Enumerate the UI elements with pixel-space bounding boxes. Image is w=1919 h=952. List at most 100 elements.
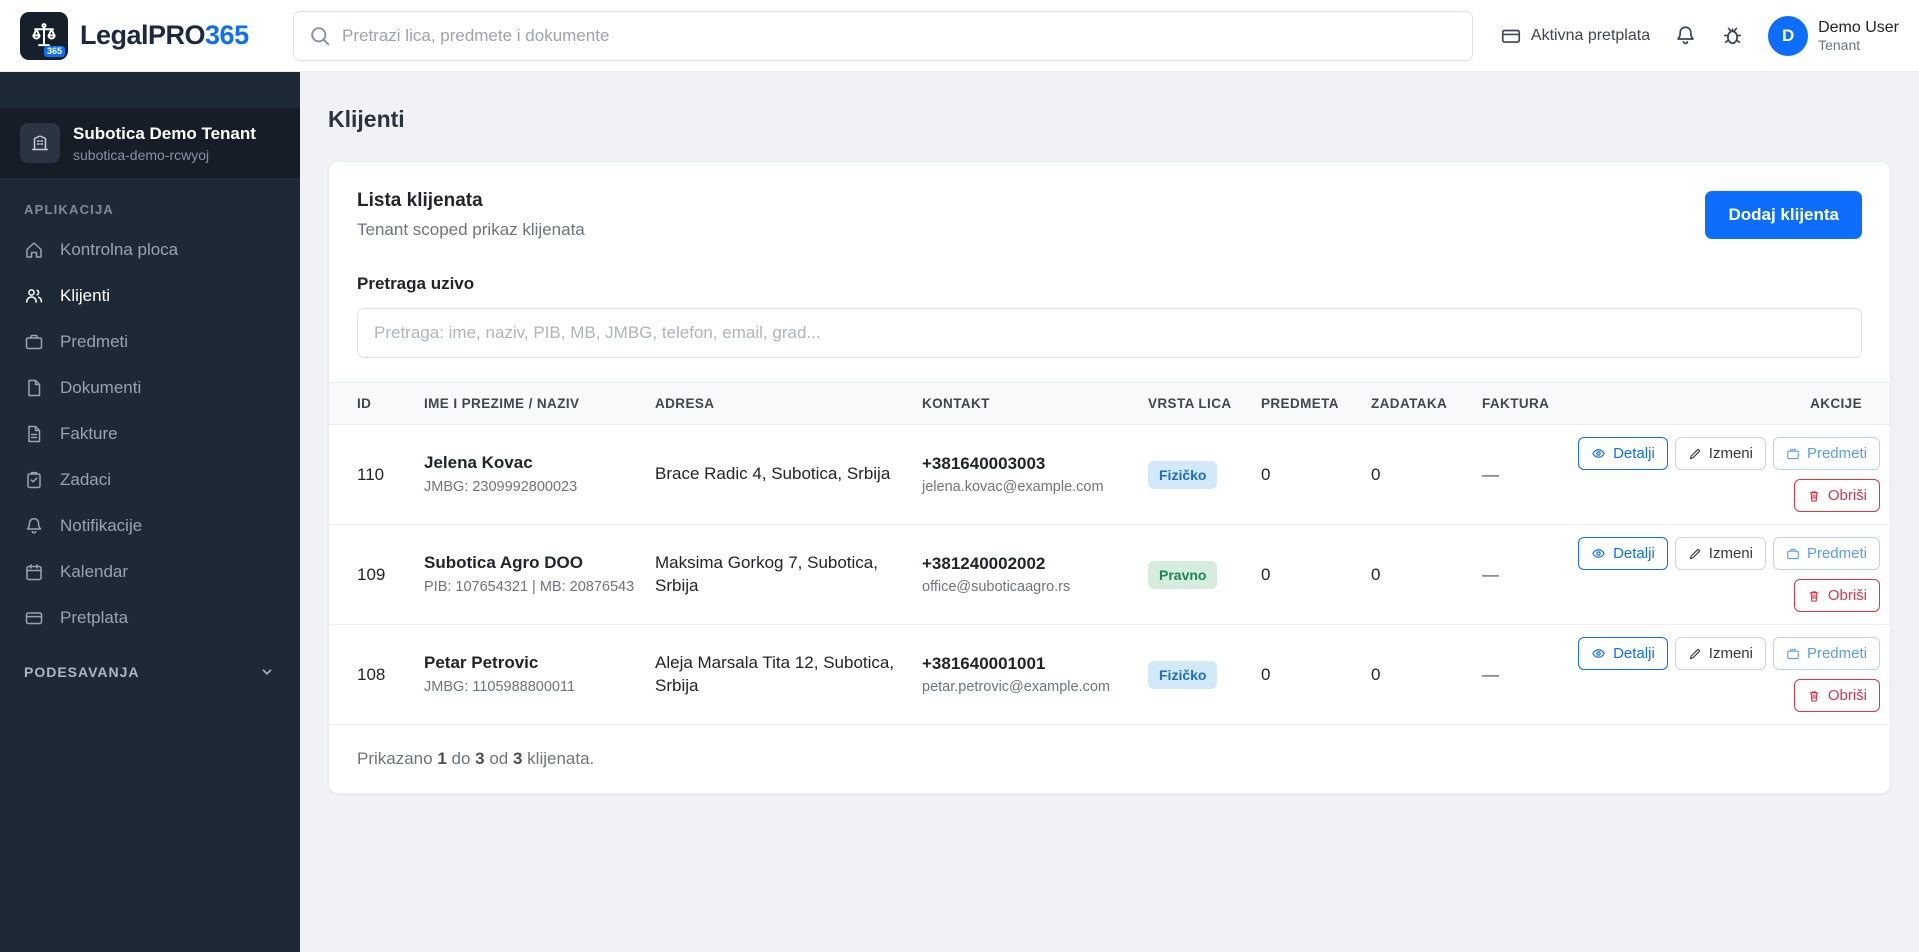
type-badge: Fizičko bbox=[1148, 660, 1218, 689]
table-row: 110 Jelena Kovac JMBG: 2309992800023 Bra… bbox=[329, 424, 1890, 525]
edit-button[interactable]: Izmeni bbox=[1674, 637, 1766, 670]
details-button[interactable]: Detalji bbox=[1578, 537, 1668, 570]
cases-label: Predmeti bbox=[1806, 645, 1867, 662]
global-search-input[interactable] bbox=[293, 10, 1473, 61]
sidebar-item-kontrolna-ploca[interactable]: Kontrolna ploca bbox=[0, 227, 300, 273]
delete-label: Obriši bbox=[1827, 687, 1867, 704]
document-icon bbox=[24, 378, 44, 398]
clients-table: ID IME I PREZIME / NAZIV ADRESA KONTAKT … bbox=[329, 383, 1890, 725]
sidebar-nav: Kontrolna ploca Klijenti Predmeti Dokume… bbox=[0, 227, 300, 641]
list-title: Lista klijenata bbox=[357, 190, 483, 211]
eye-icon bbox=[1591, 546, 1606, 561]
sidebar-item-kalendar[interactable]: Kalendar bbox=[0, 549, 300, 595]
add-client-button[interactable]: Dodaj klijenta bbox=[1705, 191, 1862, 239]
card-header: Lista klijenata Tenant scoped prikaz kli… bbox=[329, 162, 1890, 268]
delete-button[interactable]: Obriši bbox=[1793, 579, 1880, 612]
sidebar-item-pretplata[interactable]: Pretplata bbox=[0, 595, 300, 641]
eye-icon bbox=[1591, 446, 1606, 461]
sidebar-section-aplikacija: APLIKACIJA bbox=[24, 202, 115, 217]
sidebar-item-dokumenti[interactable]: Dokumenti bbox=[0, 365, 300, 411]
details-button[interactable]: Detalji bbox=[1578, 637, 1668, 670]
delete-button[interactable]: Obriši bbox=[1793, 679, 1880, 712]
cases-button[interactable]: Predmeti bbox=[1772, 537, 1880, 570]
sidebar-item-predmeti[interactable]: Predmeti bbox=[0, 319, 300, 365]
card-header-text: Lista klijenata Tenant scoped prikaz kli… bbox=[357, 190, 585, 240]
client-name: Jelena Kovac bbox=[424, 452, 533, 472]
sidebar-item-label: Predmeti bbox=[60, 332, 129, 351]
subscription-status[interactable]: Aktivna pretplata bbox=[1500, 25, 1650, 47]
clients-card: Lista klijenata Tenant scoped prikaz kli… bbox=[328, 161, 1891, 794]
tenant-switcher[interactable]: Subotica Demo Tenant subotica-demo-rcwyo… bbox=[0, 108, 300, 178]
edit-label: Izmeni bbox=[1708, 445, 1753, 462]
pencil-icon bbox=[1688, 547, 1702, 561]
summary-text: do bbox=[446, 749, 476, 768]
cases-count: 0 bbox=[1261, 664, 1271, 684]
client-id: 108 bbox=[357, 664, 386, 684]
tasks-count: 0 bbox=[1371, 564, 1381, 584]
topbar-right: Aktivna pretplata D Demo User Tenant bbox=[1500, 15, 1899, 56]
sidebar-item-zadaci[interactable]: Zadaci bbox=[0, 457, 300, 503]
col-contact: KONTAKT bbox=[912, 383, 1138, 425]
sidebar-item-notifikacije[interactable]: Notifikacije bbox=[0, 503, 300, 549]
cases-count: 0 bbox=[1261, 564, 1271, 584]
invoices-value: — bbox=[1482, 564, 1499, 584]
shell: Subotica Demo Tenant subotica-demo-rcwyo… bbox=[0, 72, 1919, 952]
briefcase-icon bbox=[1786, 647, 1800, 661]
table-row: 109 Subotica Agro DOO PIB: 107654321 | M… bbox=[329, 524, 1890, 625]
sidebar-item-label: Klijenti bbox=[60, 286, 111, 305]
trash-icon bbox=[1807, 489, 1821, 503]
briefcase-icon bbox=[1786, 447, 1800, 461]
users-icon bbox=[24, 286, 44, 306]
tasks-icon bbox=[24, 470, 44, 490]
client-name: Subotica Agro DOO bbox=[424, 552, 583, 572]
client-address: Maksima Gorkog 7, Subotica, Srbija bbox=[655, 552, 878, 595]
brand-text: LegalPRO365 bbox=[80, 20, 249, 51]
sidebar-item-label: Fakture bbox=[60, 424, 118, 443]
delete-button[interactable]: Obriši bbox=[1793, 479, 1880, 512]
col-cases: PREDMETA bbox=[1251, 383, 1361, 425]
actions-row: Obriši bbox=[1612, 679, 1880, 712]
user-menu[interactable]: D Demo User Tenant bbox=[1768, 15, 1899, 56]
edit-label: Izmeni bbox=[1708, 645, 1753, 662]
edit-button[interactable]: Izmeni bbox=[1674, 437, 1766, 470]
details-label: Detalji bbox=[1613, 545, 1655, 562]
actions-row: Obriši bbox=[1612, 579, 1880, 612]
brand[interactable]: 365 LegalPRO365 bbox=[20, 11, 275, 60]
client-id: 110 bbox=[357, 464, 385, 484]
sidebar-item-label: Kalendar bbox=[60, 562, 129, 581]
edit-label: Izmeni bbox=[1708, 545, 1753, 562]
actions-row: Detalji Izmeni Predmeti bbox=[1578, 637, 1880, 670]
briefcase-icon bbox=[1786, 547, 1800, 561]
trash-icon bbox=[1807, 689, 1821, 703]
invoices-value: — bbox=[1482, 464, 1499, 484]
client-id: 109 bbox=[357, 564, 386, 584]
client-meta: JMBG: 2309992800023 bbox=[424, 478, 578, 495]
notifications-bell-icon[interactable] bbox=[1674, 24, 1697, 47]
calendar-icon bbox=[24, 562, 44, 582]
sidebar-item-klijenti[interactable]: Klijenti bbox=[0, 273, 300, 319]
sidebar-item-fakture[interactable]: Fakture bbox=[0, 411, 300, 457]
sidebar-section-podesavanja[interactable]: PODESAVANJA bbox=[0, 641, 300, 693]
chevron-down-icon bbox=[258, 663, 276, 681]
user-name: Demo User bbox=[1818, 18, 1899, 36]
client-address: Brace Radic 4, Subotica, Srbija bbox=[655, 464, 891, 484]
tasks-count: 0 bbox=[1371, 664, 1381, 684]
edit-button[interactable]: Izmeni bbox=[1674, 537, 1766, 570]
live-search-input[interactable] bbox=[357, 308, 1862, 358]
col-invoices: FAKTURA bbox=[1472, 383, 1602, 425]
sidebar-item-label: Kontrolna ploca bbox=[60, 240, 179, 259]
main-content: Klijenti Lista klijenata Tenant scoped p… bbox=[300, 72, 1919, 952]
top-bar: 365 LegalPRO365 Aktivna pretpla bbox=[0, 0, 1919, 72]
cases-button[interactable]: Predmeti bbox=[1772, 637, 1880, 670]
credit-card-icon bbox=[1500, 25, 1522, 47]
details-button[interactable]: Detalji bbox=[1578, 437, 1668, 470]
scales-logo-icon: 365 bbox=[20, 11, 68, 60]
cases-button[interactable]: Predmeti bbox=[1772, 437, 1880, 470]
col-actions: AKCIJE bbox=[1602, 383, 1890, 425]
podesavanja-label: PODESAVANJA bbox=[24, 664, 140, 680]
sidebar-item-label: Zadaci bbox=[60, 470, 112, 489]
credit-card-icon bbox=[24, 608, 44, 628]
client-phone: +381240002002 bbox=[922, 554, 1046, 573]
actions-row: Detalji Izmeni Predmeti bbox=[1578, 437, 1880, 470]
bug-report-icon[interactable] bbox=[1721, 24, 1744, 47]
